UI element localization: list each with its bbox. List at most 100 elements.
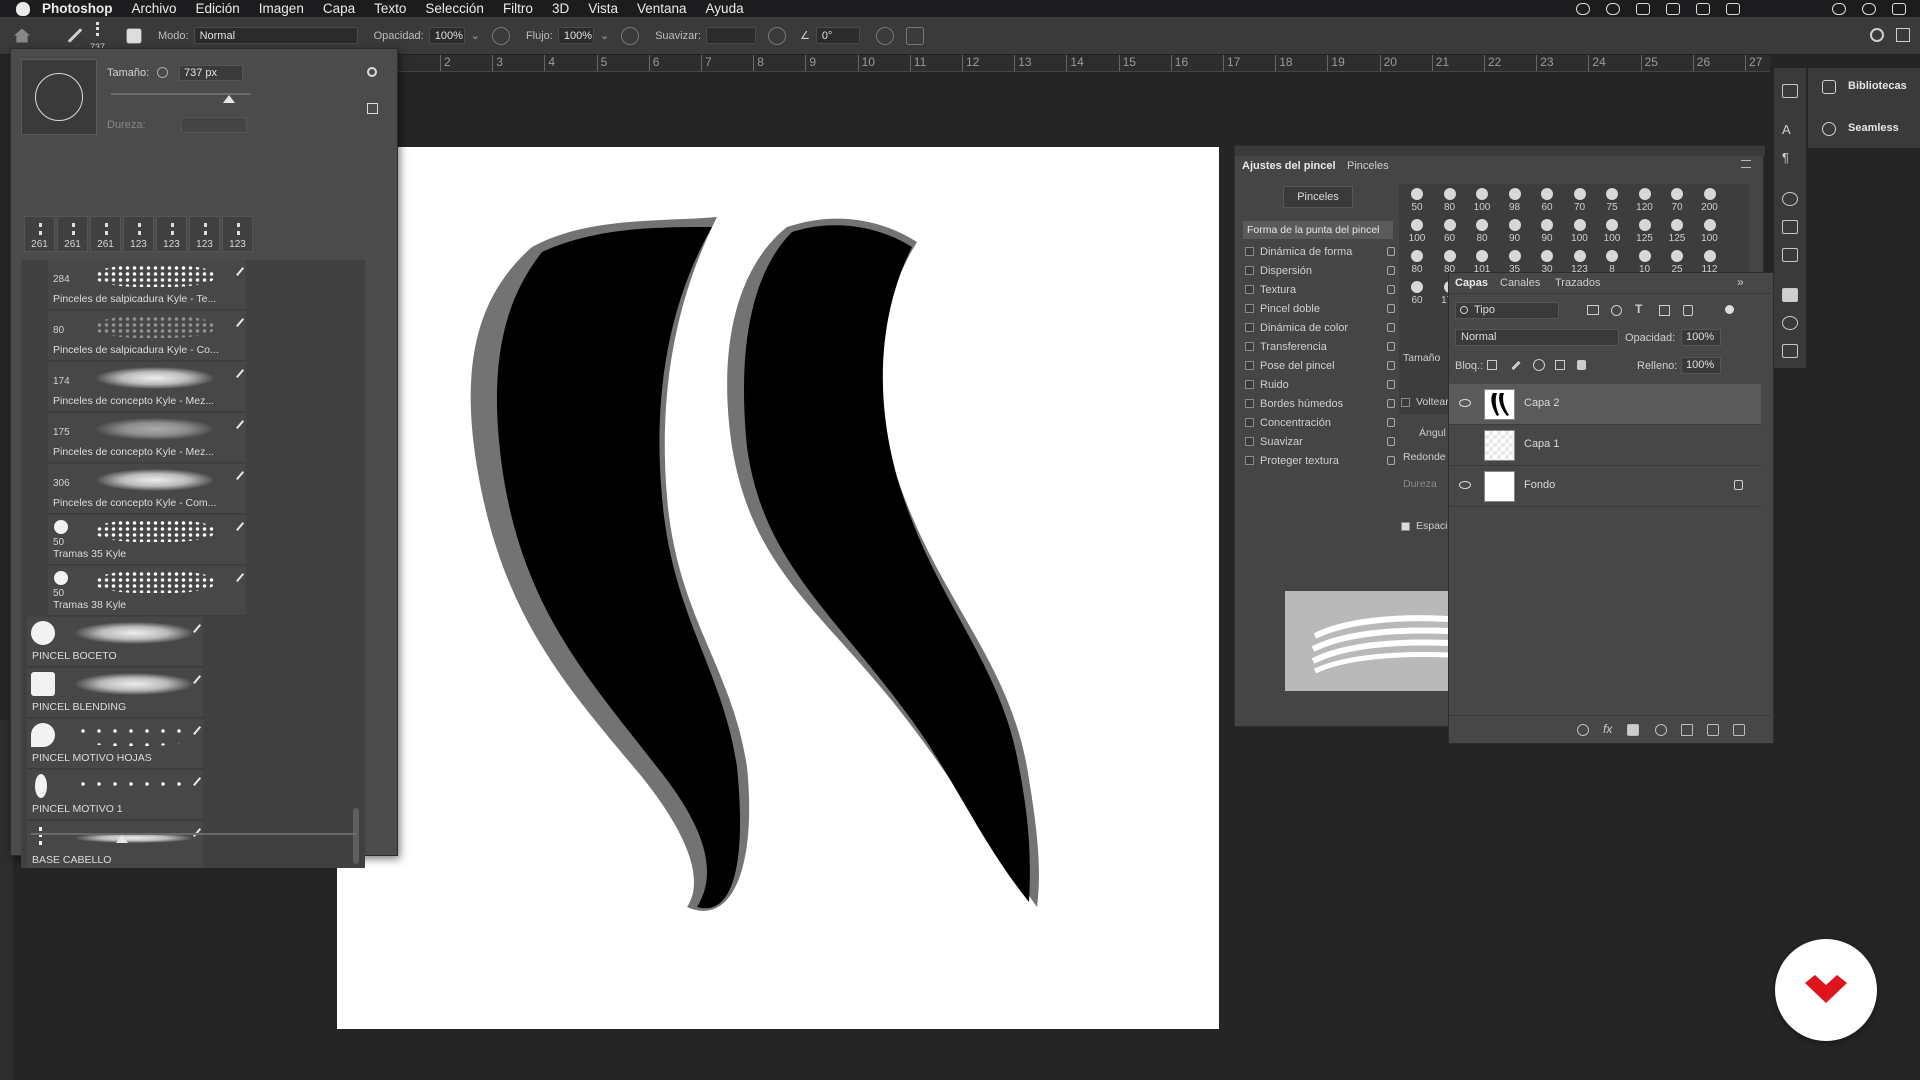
brush-tip-preset[interactable]: 50 bbox=[1401, 186, 1433, 216]
layer-row-capa-1[interactable]: Capa 1 bbox=[1449, 425, 1761, 466]
symmetry-icon[interactable] bbox=[905, 26, 924, 45]
bluetooth-icon[interactable] bbox=[1636, 2, 1650, 15]
brush-option-row[interactable]: Dispersión bbox=[1245, 261, 1395, 280]
brush-tip-preset[interactable]: 100 bbox=[1694, 217, 1726, 247]
recent-brush-2[interactable]: 261 bbox=[57, 216, 88, 252]
filter-shape-icon[interactable] bbox=[1659, 305, 1670, 316]
display-icon[interactable] bbox=[1726, 2, 1740, 15]
add-mask-icon[interactable] bbox=[1627, 724, 1639, 736]
menu-capa[interactable]: Capa bbox=[323, 1, 355, 16]
reset-size-icon[interactable] bbox=[157, 67, 168, 78]
angle-field[interactable]: 0° bbox=[815, 27, 860, 44]
list-item[interactable]: PINCEL BLENDING bbox=[27, 668, 203, 718]
option-checkbox[interactable] bbox=[1245, 418, 1254, 427]
filter-toggle-icon[interactable] bbox=[1725, 305, 1734, 314]
lock-icon[interactable] bbox=[1387, 304, 1395, 313]
layer-row-fondo[interactable]: Fondo bbox=[1449, 466, 1761, 507]
color-icon[interactable] bbox=[1782, 192, 1798, 206]
channels-icon[interactable] bbox=[1782, 316, 1798, 330]
recent-brush-6[interactable]: 123 bbox=[189, 216, 220, 252]
brush-tip-preset[interactable]: 125 bbox=[1629, 217, 1661, 247]
tab-brush-settings[interactable]: Ajustes del pincel bbox=[1242, 160, 1336, 172]
size-slider-thumb[interactable] bbox=[223, 95, 235, 103]
flow-chevron-icon[interactable]: ⌄ bbox=[600, 29, 609, 42]
menu-archivo[interactable]: Archivo bbox=[132, 1, 177, 16]
filter-adjustment-icon[interactable] bbox=[1611, 305, 1622, 316]
lock-icon[interactable] bbox=[1387, 437, 1395, 446]
option-checkbox[interactable] bbox=[1245, 380, 1254, 389]
flow-field[interactable]: 100% bbox=[557, 27, 594, 44]
menu-3d[interactable]: 3D bbox=[552, 1, 569, 16]
character-icon[interactable]: A bbox=[1782, 122, 1798, 137]
lock-artboard-icon[interactable] bbox=[1555, 360, 1565, 370]
brush-tip-preset[interactable]: 80 bbox=[1401, 248, 1433, 278]
option-checkbox[interactable] bbox=[1245, 247, 1254, 256]
list-item[interactable]: 175 Pinceles de concepto Kyle - Mez... bbox=[48, 413, 246, 463]
pressure-size-icon[interactable] bbox=[875, 26, 894, 45]
swatches-icon[interactable] bbox=[1782, 220, 1798, 234]
layer-row-capa-2[interactable]: Capa 2 bbox=[1449, 384, 1761, 425]
gear-icon[interactable] bbox=[767, 26, 786, 45]
size-field[interactable]: 737 px bbox=[179, 65, 243, 81]
brush-settings-toggle-icon[interactable] bbox=[126, 27, 142, 44]
lock-image-icon[interactable] bbox=[1511, 360, 1521, 371]
collapse-panel-icon[interactable]: » bbox=[1737, 275, 1744, 289]
opacity-field[interactable]: 100% bbox=[428, 27, 465, 44]
brush-list-scrollbar[interactable] bbox=[353, 808, 359, 864]
list-item[interactable]: PINCEL MOTIVO 1 bbox=[27, 770, 203, 820]
gear-icon[interactable] bbox=[367, 67, 377, 77]
brush-option-row[interactable]: Textura bbox=[1245, 280, 1395, 299]
edit-brush-icon[interactable] bbox=[229, 312, 245, 328]
brush-tip-preset[interactable]: 98 bbox=[1499, 186, 1531, 216]
list-item[interactable]: 306 Pinceles de concepto Kyle - Com... bbox=[48, 464, 246, 514]
edit-brush-icon[interactable] bbox=[229, 516, 245, 532]
lock-icon[interactable] bbox=[1387, 380, 1395, 389]
brush-tip-preset[interactable]: 90 bbox=[1531, 217, 1563, 247]
fill-field[interactable]: 100% bbox=[1681, 357, 1721, 374]
edit-brush-icon[interactable] bbox=[229, 567, 245, 583]
list-item[interactable]: PINCEL MOTIVO HOJAS bbox=[27, 719, 203, 769]
list-item[interactable]: 50 Tramas 35 Kyle bbox=[48, 515, 246, 565]
airbrush-icon[interactable] bbox=[621, 26, 640, 45]
menu-filtro[interactable]: Filtro bbox=[503, 1, 533, 16]
creative-cloud-icon[interactable] bbox=[1606, 2, 1620, 15]
menu-ventana[interactable]: Ventana bbox=[637, 1, 687, 16]
edit-brush-icon[interactable] bbox=[229, 465, 245, 481]
control-center-icon[interactable] bbox=[1892, 2, 1906, 15]
paths-icon[interactable] bbox=[1782, 344, 1798, 358]
panel-titlebar[interactable] bbox=[1235, 146, 1765, 156]
siri-icon[interactable] bbox=[1862, 2, 1876, 15]
option-checkbox[interactable] bbox=[1245, 456, 1254, 465]
list-item[interactable]: 284 Pinceles de salpicadura Kyle - Te... bbox=[48, 260, 246, 310]
menu-seleccion[interactable]: Selección bbox=[425, 1, 484, 16]
tab-channels[interactable]: Canales bbox=[1500, 277, 1540, 289]
fx-icon[interactable]: fx bbox=[1603, 722, 1615, 736]
mode-select[interactable]: Normal bbox=[193, 27, 358, 44]
recent-brush-1[interactable]: 261 bbox=[24, 216, 55, 252]
history-icon[interactable] bbox=[1782, 84, 1798, 98]
search-icon[interactable] bbox=[1870, 28, 1884, 42]
filter-smart-object-icon[interactable] bbox=[1683, 305, 1693, 316]
eye-hidden-icon[interactable] bbox=[1459, 440, 1471, 448]
menu-imagen[interactable]: Imagen bbox=[259, 1, 304, 16]
seamless-item[interactable]: Seamless bbox=[1822, 122, 1920, 138]
brush-option-row[interactable]: Pose del pincel bbox=[1245, 356, 1395, 375]
filter-type-icon[interactable]: T bbox=[1635, 302, 1642, 316]
lock-icon[interactable] bbox=[1387, 247, 1395, 256]
lock-position-icon[interactable] bbox=[1533, 359, 1545, 371]
brush-option-row[interactable]: Dinámica de forma bbox=[1245, 242, 1395, 261]
option-checkbox[interactable] bbox=[1245, 266, 1254, 275]
pressure-opacity-icon[interactable] bbox=[491, 26, 510, 45]
brush-tip-preset[interactable]: 120 bbox=[1629, 186, 1661, 216]
apple-icon[interactable] bbox=[16, 1, 30, 16]
lock-icon[interactable] bbox=[1387, 399, 1395, 408]
menu-vista[interactable]: Vista bbox=[588, 1, 618, 16]
lock-all-icon[interactable] bbox=[1577, 360, 1586, 370]
lock-icon[interactable] bbox=[1387, 456, 1395, 465]
lock-transparent-icon[interactable] bbox=[1487, 360, 1497, 370]
brush-tip-preset[interactable]: 60 bbox=[1401, 279, 1433, 309]
link-layers-icon[interactable] bbox=[1577, 724, 1589, 736]
brush-tip-preset[interactable]: 100 bbox=[1466, 186, 1498, 216]
eye-icon[interactable] bbox=[1459, 399, 1471, 407]
brush-option-row[interactable]: Concentración bbox=[1245, 413, 1395, 432]
